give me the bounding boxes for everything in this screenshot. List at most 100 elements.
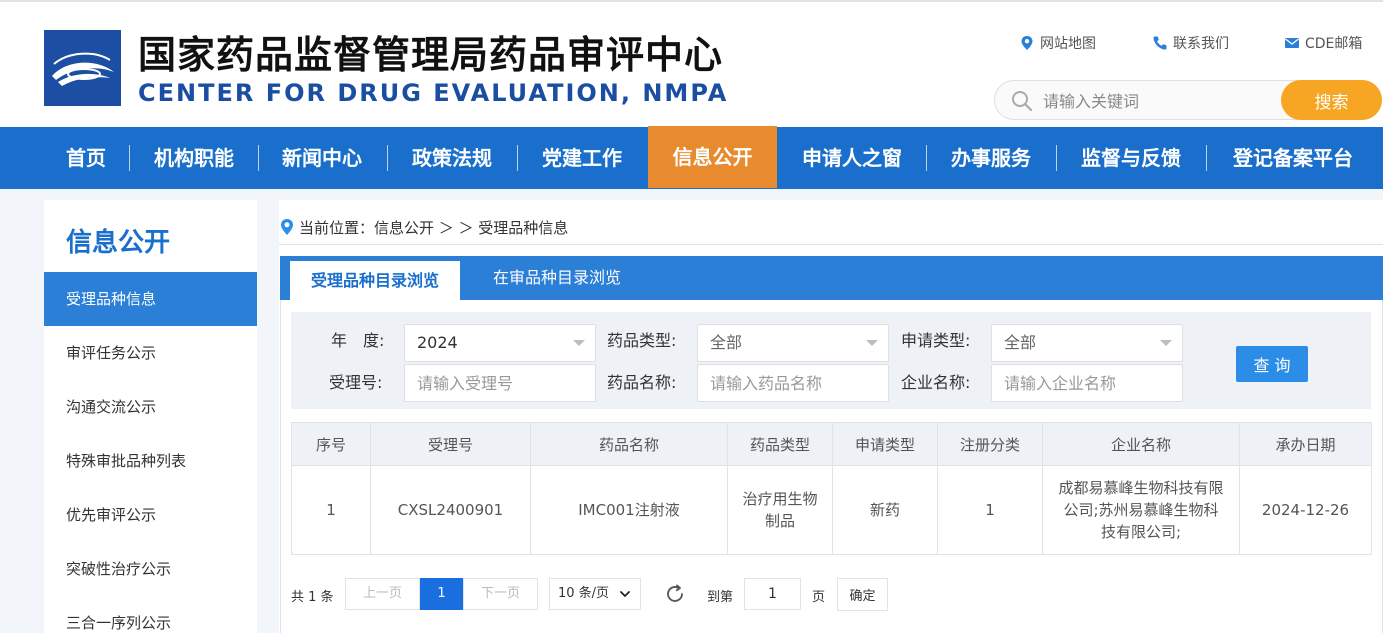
nav-separator [1206, 145, 1207, 171]
year-select-value: 2024 [417, 333, 458, 352]
nmpa-logo[interactable] [44, 30, 121, 106]
cell-company: 成都易慕峰生物科技有限公司;苏州易慕峰生物科技有限公司; [1042, 465, 1240, 555]
apply-type-label: 申请类型: [901, 331, 971, 350]
apply-type-select[interactable]: 全部 [991, 324, 1183, 362]
apply-type-select-value: 全部 [1004, 333, 1037, 352]
column-header: 受理号 [370, 422, 531, 466]
search-box: 搜索 [994, 80, 1382, 120]
page-size-value: 10 条/页 [558, 586, 610, 601]
cell-drug-type: 治疗用生物制品 [727, 465, 833, 555]
nav-item-home[interactable]: 首页 [54, 127, 118, 189]
contact-link[interactable]: 联系我们 [1152, 33, 1229, 53]
sidebar-item-special-approval[interactable]: 特殊审批品种列表 [44, 434, 257, 488]
nav-item-news[interactable]: 新闻中心 [269, 127, 375, 189]
sidebar-title: 信息公开 [66, 228, 171, 258]
sidebar: 信息公开 受理品种信息 审评任务公示 沟通交流公示 特殊审批品种列表 优先审评公… [44, 200, 257, 633]
nav-item-registration[interactable]: 登记备案平台 [1218, 127, 1368, 189]
cde-mail-link[interactable]: CDE邮箱 [1284, 33, 1362, 53]
nav-separator [926, 145, 927, 171]
column-header: 承办日期 [1239, 422, 1372, 466]
site-title-cn: 国家药品监督管理局药品审评中心 [138, 33, 724, 77]
location-pin-icon [281, 219, 293, 235]
company-label: 企业名称: [901, 373, 971, 392]
contact-link-label: 联系我们 [1173, 36, 1229, 52]
page-size-select[interactable]: 10 条/页 [549, 578, 641, 610]
search-input[interactable] [1043, 87, 1273, 115]
sidebar-item-breakthrough[interactable]: 突破性治疗公示 [44, 542, 257, 596]
sidebar-item-communication[interactable]: 沟通交流公示 [44, 380, 257, 434]
page-unit-label: 页 [812, 590, 826, 605]
location-pin-icon [1021, 36, 1033, 50]
nav-item-policy[interactable]: 政策法规 [399, 127, 505, 189]
nav-separator [387, 145, 388, 171]
phone-icon [1153, 36, 1167, 50]
site-header: 国家药品监督管理局药品审评中心 CENTER FOR DRUG EVALUATI… [0, 0, 1383, 127]
drug-type-select-value: 全部 [710, 333, 743, 352]
cell-index: 1 [291, 465, 371, 555]
year-label: 年 度: [331, 331, 385, 350]
nav-item-functions[interactable]: 机构职能 [141, 127, 247, 189]
column-header: 注册分类 [937, 422, 1043, 466]
table-row[interactable]: 1 CXSL2400901 IMC001注射液 治疗用生物制品 新药 1 成都易… [291, 465, 1372, 555]
breadcrumb: 当前位置：信息公开 ＞ ＞ 受理品种信息 [279, 217, 568, 237]
nav-item-applicant[interactable]: 申请人之窗 [789, 127, 915, 189]
drug-type-select[interactable]: 全部 [697, 324, 889, 362]
table-header-row: 序号 受理号 药品名称 药品类型 申请类型 注册分类 企业名称 承办日期 [291, 422, 1372, 466]
goto-page-input[interactable] [744, 578, 801, 610]
sidebar-item-priority-review[interactable]: 优先审评公示 [44, 488, 257, 542]
cell-apply-type: 新药 [832, 465, 938, 555]
nav-item-info-public[interactable]: 信息公开 [648, 126, 777, 188]
accept-no-input[interactable] [404, 364, 596, 402]
sitemap-link[interactable]: 网站地图 [1019, 33, 1096, 53]
refresh-icon[interactable] [664, 583, 686, 605]
cell-date: 2024-12-26 [1239, 465, 1372, 555]
column-header: 序号 [291, 422, 371, 466]
column-header: 企业名称 [1042, 422, 1240, 466]
tab-in-review-catalog[interactable]: 在审品种目录浏览 [472, 256, 642, 300]
breadcrumb-divider [279, 244, 1383, 245]
next-page-button[interactable]: 下一页 [463, 578, 538, 610]
nav-separator [517, 145, 518, 171]
chevron-down-icon [620, 591, 630, 597]
company-input[interactable] [991, 364, 1183, 402]
nav-item-party[interactable]: 党建工作 [529, 127, 635, 189]
drug-name-label: 药品名称: [607, 373, 677, 392]
query-button[interactable]: 查 询 [1236, 346, 1308, 382]
year-select[interactable]: 2024 [404, 324, 596, 362]
cell-accept-no: CXSL2400901 [370, 465, 531, 555]
tab-accepted-catalog[interactable]: 受理品种目录浏览 [290, 261, 460, 300]
breadcrumb-text: 当前位置：信息公开 ＞ ＞ 受理品种信息 [299, 218, 569, 237]
cde-mail-link-label: CDE邮箱 [1305, 36, 1363, 52]
goto-label: 到第 [707, 590, 734, 605]
main-nav: 首页 机构职能 新闻中心 政策法规 党建工作 信息公开 申请人之窗 办事服务 监… [0, 126, 1383, 189]
site-title-en: CENTER FOR DRUG EVALUATION, NMPA [138, 79, 729, 107]
column-header: 申请类型 [832, 422, 938, 466]
prev-page-button[interactable]: 上一页 [345, 578, 420, 610]
pager-total: 共 1 条 [291, 590, 334, 605]
cell-reg-class: 1 [937, 465, 1043, 555]
drug-type-label: 药品类型: [607, 331, 677, 350]
nav-separator [1056, 145, 1057, 171]
nav-separator [129, 145, 130, 171]
filter-form: 年 度: 2024 药品类型: 全部 申请类型: 全部 受理号: 药品名称: 企… [291, 312, 1371, 409]
confirm-goto-button[interactable]: 确定 [837, 578, 888, 611]
nav-item-services[interactable]: 办事服务 [938, 127, 1044, 189]
caret-down-icon [573, 340, 585, 346]
main-content: 当前位置：信息公开 ＞ ＞ 受理品种信息 受理品种目录浏览 在审品种目录浏览 年… [279, 200, 1383, 633]
sidebar-item-review-tasks[interactable]: 审评任务公示 [44, 326, 257, 380]
cell-drug-name: IMC001注射液 [530, 465, 728, 555]
sitemap-link-label: 网站地图 [1040, 36, 1096, 52]
search-icon [1012, 91, 1033, 112]
caret-down-icon [866, 340, 878, 346]
sidebar-item-three-in-one[interactable]: 三合一序列公示 [44, 596, 257, 633]
search-button[interactable]: 搜索 [1281, 80, 1382, 120]
nav-item-supervision[interactable]: 监督与反馈 [1067, 127, 1195, 189]
mail-icon [1285, 38, 1299, 48]
results-table: 序号 受理号 药品名称 药品类型 申请类型 注册分类 企业名称 承办日期 1 C… [291, 422, 1372, 555]
accept-no-label: 受理号: [329, 373, 383, 392]
drug-name-input[interactable] [697, 364, 889, 402]
current-page-button[interactable]: 1 [420, 578, 463, 610]
column-header: 药品类型 [727, 422, 833, 466]
tab-bar: 受理品种目录浏览 在审品种目录浏览 [280, 256, 1383, 300]
sidebar-item-accepted-drugs[interactable]: 受理品种信息 [44, 272, 257, 326]
